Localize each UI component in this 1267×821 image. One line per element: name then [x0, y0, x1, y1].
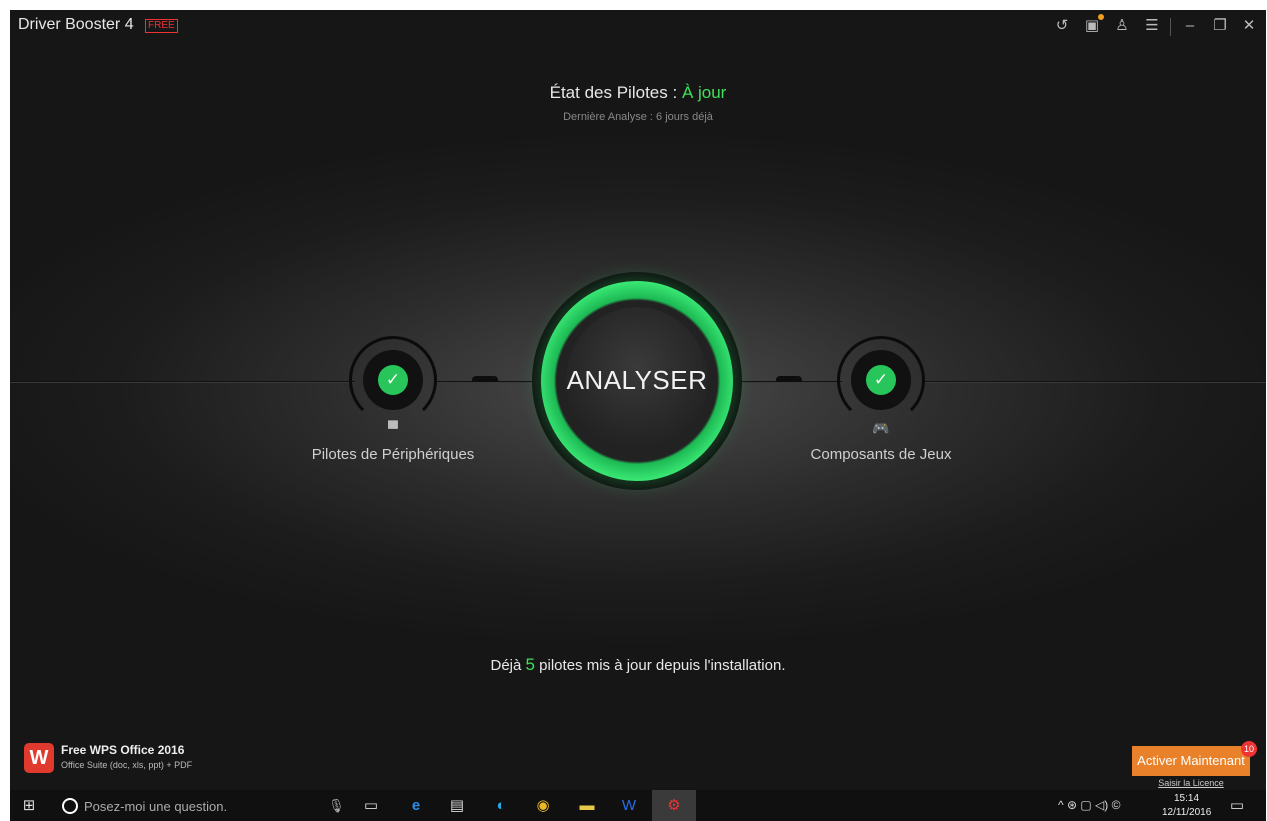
- scan-button-label[interactable]: ANALYSER: [532, 365, 742, 396]
- windows-start-icon[interactable]: ⊞: [18, 795, 40, 817]
- gamepad-icon: 🎮: [872, 420, 890, 436]
- activate-button[interactable]: Activer Maintenant: [1132, 746, 1250, 776]
- maximize-icon[interactable]: ❐: [1210, 16, 1230, 36]
- shirt-icon[interactable]: ♙: [1112, 16, 1132, 36]
- ccleaner-icon[interactable]: ◐: [490, 795, 512, 817]
- close-icon[interactable]: ✕: [1239, 16, 1259, 36]
- search-input[interactable]: Posez-moi une question.: [84, 799, 227, 814]
- notification-dot: [1098, 14, 1104, 20]
- summary-prefix: Déjà: [490, 657, 522, 674]
- file-explorer-icon[interactable]: ▬: [576, 795, 598, 817]
- devices-label[interactable]: Pilotes de Périphériques: [283, 446, 503, 463]
- check-icon: ✓: [866, 365, 896, 395]
- clock-date[interactable]: 12/11/2016: [1162, 807, 1211, 818]
- status-label: État des Pilotes :: [549, 83, 678, 102]
- restore-icon[interactable]: ↺: [1052, 16, 1072, 36]
- check-icon: ✓: [378, 365, 408, 395]
- promo-description: Office Suite (doc, xls, ppt) + PDF: [61, 760, 193, 770]
- driver-status: État des Pilotes : À jour: [10, 83, 1266, 103]
- store-icon[interactable]: ▤: [446, 795, 468, 817]
- update-summary: Déjà 5 pilotes mis à jour depuis l'insta…: [10, 655, 1266, 675]
- clock-time[interactable]: 15:14: [1174, 793, 1199, 804]
- connector-line-right: [922, 381, 1266, 383]
- notification-icon[interactable]: ▭: [1226, 795, 1248, 817]
- driver-booster-icon[interactable]: ⚙: [663, 795, 685, 817]
- chrome-icon[interactable]: ◉: [532, 795, 554, 817]
- menu-icon[interactable]: ☰: [1142, 16, 1162, 36]
- system-tray[interactable]: ^ ⊛ ▢ ◁) ©: [1058, 798, 1120, 812]
- cortana-icon[interactable]: [62, 798, 78, 814]
- word-icon[interactable]: W: [618, 795, 640, 817]
- task-view-icon[interactable]: ▭: [360, 795, 382, 817]
- microphone-icon[interactable]: 🎙: [328, 795, 345, 817]
- connector-line-left: [10, 381, 355, 383]
- license-link[interactable]: Saisir la Licence: [1132, 778, 1250, 788]
- wps-logo-icon[interactable]: W: [24, 743, 54, 773]
- monitor-icon: ▀: [388, 420, 398, 436]
- connector-bump: [472, 376, 498, 382]
- promo-title[interactable]: Free WPS Office 2016: [61, 743, 184, 757]
- games-label[interactable]: Composants de Jeux: [771, 446, 991, 463]
- summary-count: 5: [525, 655, 535, 674]
- connector-bump: [776, 376, 802, 382]
- taskbar: ⊞ Posez-moi une question. 🎙 ▭ e ▤ ◐ ◉ ▬ …: [10, 790, 1266, 821]
- edge-icon[interactable]: e: [405, 795, 427, 817]
- last-scan-text: Dernière Analyse : 6 jours déjà: [563, 111, 713, 123]
- app-title: Driver Booster 4: [18, 16, 134, 33]
- minimize-icon[interactable]: –: [1180, 16, 1200, 36]
- free-badge: FREE: [145, 19, 178, 33]
- divider: [1170, 18, 1171, 36]
- title-bar: Driver Booster 4 FREE ↺ ▣ ♙ ☰ – ❐ ✕: [10, 10, 1266, 44]
- summary-suffix: pilotes mis à jour depuis l'installation…: [539, 657, 786, 674]
- activate-badge: 10: [1241, 741, 1257, 757]
- status-value: À jour: [681, 83, 727, 102]
- driver-booster-window: Driver Booster 4 FREE ↺ ▣ ♙ ☰ – ❐ ✕ État…: [10, 10, 1266, 790]
